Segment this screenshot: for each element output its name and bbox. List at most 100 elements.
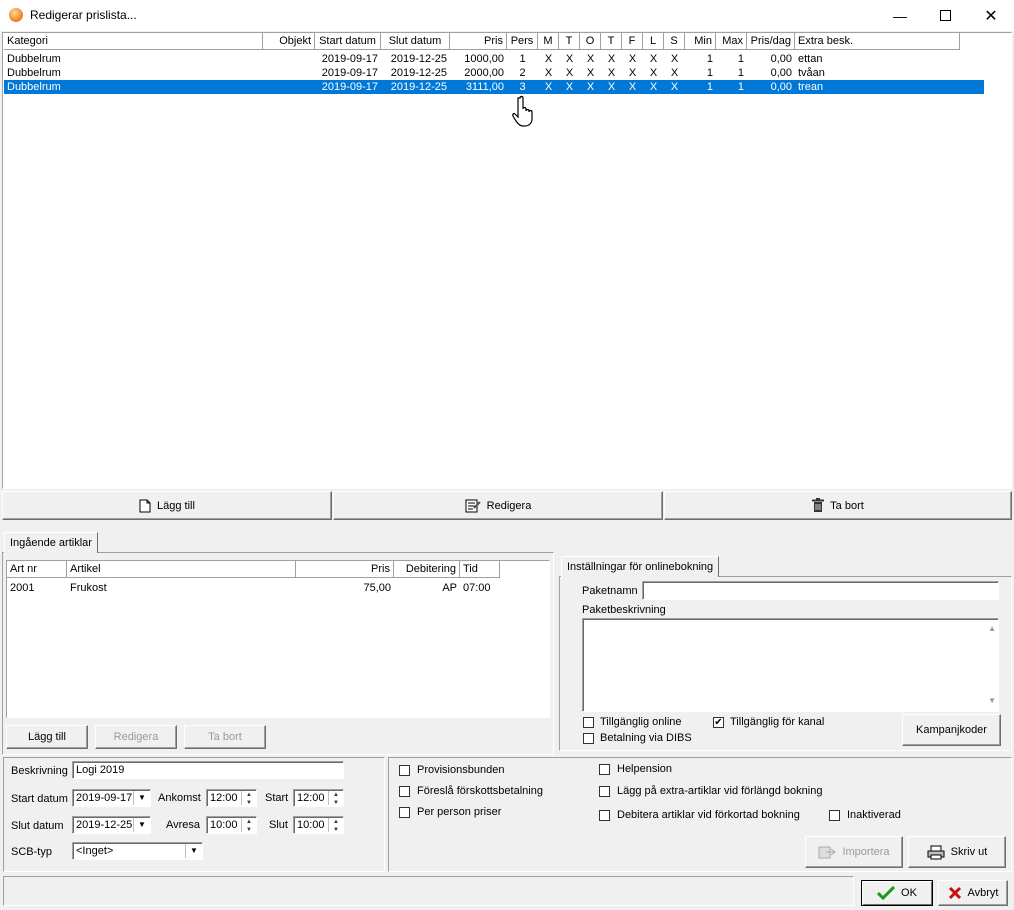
dropdown-arrow-icon[interactable]: ▼: [133, 791, 150, 805]
column-header[interactable]: Start datum: [315, 33, 381, 50]
table-cell: 3: [519, 81, 526, 93]
per-person-checkbox[interactable]: [399, 806, 410, 818]
add-price-button[interactable]: Lägg till: [2, 491, 332, 520]
scb-type-label: SCB-typ: [11, 846, 52, 858]
table-cell: 1: [737, 53, 744, 65]
edit-price-button[interactable]: Redigera: [333, 491, 663, 520]
end-time-spinner[interactable]: 10:00 ▲ ▼: [293, 816, 344, 834]
full-board-checkbox[interactable]: [599, 763, 610, 775]
scb-type-select[interactable]: <Inget> ▼: [72, 842, 203, 860]
table-cell: X: [586, 81, 595, 93]
pricelist-header: Kategori Objekt Start datum Slut datum Pris P…: [4, 33, 984, 50]
table-row[interactable]: Dubbelrum 2019-09-17 2019-12-25 3111,00 3 X X X…: [4, 80, 984, 94]
column-header[interactable]: F: [622, 33, 643, 50]
column-header[interactable]: M: [538, 33, 559, 50]
cancel-x-icon: [948, 886, 961, 900]
column-header[interactable]: Tid: [460, 561, 500, 578]
departure-time-spinner[interactable]: 10:00 ▲ ▼: [206, 816, 257, 834]
column-header[interactable]: O: [580, 33, 601, 50]
inactive-checkbox[interactable]: [829, 809, 840, 821]
column-header[interactable]: T: [559, 33, 580, 50]
prepay-option[interactable]: Föreslå förskottsbetalning: [399, 785, 543, 797]
extra-longer-checkbox[interactable]: [599, 785, 610, 797]
prepay-checkbox[interactable]: [399, 785, 410, 797]
package-desc-textarea[interactable]: ▲ ▼: [582, 618, 999, 712]
available-channel-option[interactable]: ✔ Tillgänglig för kanal: [713, 716, 824, 728]
column-header[interactable]: Slut datum: [381, 33, 450, 50]
scroll-up-icon[interactable]: ▲: [988, 622, 996, 636]
column-header[interactable]: Pers: [507, 33, 538, 50]
column-header[interactable]: Art nr: [7, 561, 67, 578]
column-header[interactable]: Pris: [296, 561, 394, 578]
start-date-picker[interactable]: 2019-09-17 ▼: [72, 789, 151, 807]
available-online-checkbox[interactable]: [583, 716, 594, 728]
tab-online-booking[interactable]: Inställningar för onlinebokning: [561, 556, 720, 577]
end-date-picker[interactable]: 2019-12-25 ▼: [72, 816, 151, 834]
full-board-option[interactable]: Helpension: [599, 763, 672, 775]
close-button[interactable]: ✕: [968, 0, 1014, 31]
tab-articles[interactable]: Ingående artiklar: [4, 532, 98, 553]
table-cell: X: [544, 81, 553, 93]
column-header[interactable]: Objekt: [263, 33, 315, 50]
dibs-checkbox[interactable]: [583, 732, 594, 744]
hand-cursor-icon: [512, 95, 533, 127]
delete-article-button[interactable]: Ta bort: [184, 725, 266, 749]
edit-article-button[interactable]: Redigera: [95, 725, 177, 749]
table-cell: 0,00: [770, 53, 792, 65]
delete-price-button[interactable]: Ta bort: [664, 491, 1012, 520]
import-button[interactable]: Importera: [805, 836, 903, 868]
scroll-down-icon[interactable]: ▼: [988, 694, 996, 708]
table-cell: X: [628, 53, 637, 65]
close-icon: ✕: [984, 7, 998, 25]
per-person-option[interactable]: Per person priser: [399, 806, 501, 818]
table-cell: 2019-12-25: [390, 81, 447, 93]
provision-checkbox[interactable]: [399, 764, 410, 776]
start-time-spinner[interactable]: 12:00 ▲ ▼: [293, 789, 344, 807]
dropdown-arrow-icon[interactable]: ▼: [185, 844, 202, 858]
pricelist-grid[interactable]: [2, 32, 1012, 489]
column-header[interactable]: L: [643, 33, 664, 50]
table-cell: 1: [519, 53, 526, 65]
column-header[interactable]: Extra besk.: [795, 33, 960, 50]
edit-document-icon: [465, 499, 481, 513]
table-cell: Dubbelrum: [7, 67, 61, 79]
minimize-button[interactable]: —: [877, 0, 923, 31]
available-online-option[interactable]: Tillgänglig online: [583, 716, 682, 728]
maximize-button[interactable]: [922, 0, 968, 31]
column-header[interactable]: Min: [685, 33, 716, 50]
column-header[interactable]: Artikel: [67, 561, 296, 578]
available-channel-checkbox[interactable]: ✔: [713, 716, 724, 728]
spinner-arrows-icon[interactable]: ▲ ▼: [328, 791, 343, 806]
spinner-arrows-icon[interactable]: ▲ ▼: [241, 791, 256, 806]
column-header[interactable]: Pris: [450, 33, 507, 50]
extra-longer-option[interactable]: Lägg på extra-artiklar vid förlängd bokn…: [599, 785, 822, 797]
table-row[interactable]: Dubbelrum 2019-09-17 2019-12-25 2000,00 2 X X X…: [4, 66, 984, 80]
spinner-arrows-icon[interactable]: ▲ ▼: [328, 818, 343, 833]
table-cell: 07:00: [463, 582, 491, 594]
dropdown-arrow-icon[interactable]: ▼: [133, 818, 150, 832]
column-header[interactable]: T: [601, 33, 622, 50]
column-header[interactable]: Max: [716, 33, 747, 50]
debit-shorter-checkbox[interactable]: [599, 809, 610, 821]
debit-shorter-option[interactable]: Debitera artiklar vid förkortad bokning: [599, 809, 800, 821]
provision-option[interactable]: Provisionsbunden: [399, 764, 504, 776]
table-cell: 2019-09-17: [321, 81, 378, 93]
arrival-time-spinner[interactable]: 12:00 ▲ ▼: [206, 789, 257, 807]
package-name-input[interactable]: [642, 581, 999, 600]
column-header[interactable]: S: [664, 33, 685, 50]
campaign-codes-button[interactable]: Kampanjkoder: [902, 714, 1001, 746]
add-article-button[interactable]: Lägg till: [6, 725, 88, 749]
description-input[interactable]: Logi 2019: [72, 761, 344, 779]
column-header[interactable]: Kategori: [4, 33, 263, 50]
inactive-option[interactable]: Inaktiverad: [829, 809, 901, 821]
column-header[interactable]: Debitering: [394, 561, 460, 578]
table-cell: 0,00: [770, 67, 792, 79]
cancel-button[interactable]: Avbryt: [938, 880, 1008, 906]
table-cell: X: [649, 67, 658, 79]
column-header[interactable]: Pris/dag: [747, 33, 795, 50]
print-button[interactable]: Skriv ut: [908, 836, 1006, 868]
spinner-arrows-icon[interactable]: ▲ ▼: [241, 818, 256, 833]
dibs-option[interactable]: Betalning via DIBS: [583, 732, 692, 744]
table-row[interactable]: Dubbelrum 2019-09-17 2019-12-25 1000,00 1 X X X…: [4, 52, 984, 66]
ok-button[interactable]: OK: [861, 880, 933, 906]
